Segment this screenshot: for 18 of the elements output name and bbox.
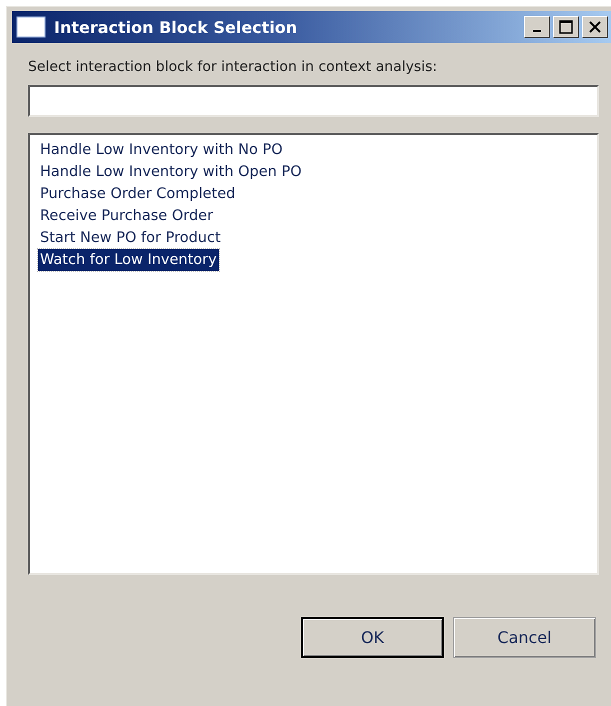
- dialog-button[interactable]: Cancel: [453, 617, 596, 658]
- dialog-button[interactable]: OK: [301, 617, 444, 658]
- list-item[interactable]: Purchase Order Completed: [38, 183, 238, 205]
- list-item[interactable]: Watch for Low Inventory: [38, 249, 219, 271]
- window-icon: [16, 16, 46, 38]
- window-title: Interaction Block Selection: [54, 18, 298, 36]
- close-icon: [588, 20, 602, 34]
- maximize-button[interactable]: [553, 16, 579, 38]
- minimize-button[interactable]: [524, 16, 550, 38]
- maximize-icon: [559, 20, 573, 34]
- minimize-icon: [533, 30, 541, 32]
- list-item[interactable]: Receive Purchase Order: [38, 205, 216, 227]
- list-item[interactable]: Start New PO for Product: [38, 227, 223, 249]
- prompt-label: Select interaction block for interaction in context analysis:: [28, 59, 438, 75]
- list-item[interactable]: Handle Low Inventory with No PO: [38, 139, 285, 161]
- filter-field[interactable]: [28, 85, 599, 117]
- list-item[interactable]: Handle Low Inventory with Open PO: [38, 161, 304, 183]
- close-button[interactable]: [582, 16, 608, 38]
